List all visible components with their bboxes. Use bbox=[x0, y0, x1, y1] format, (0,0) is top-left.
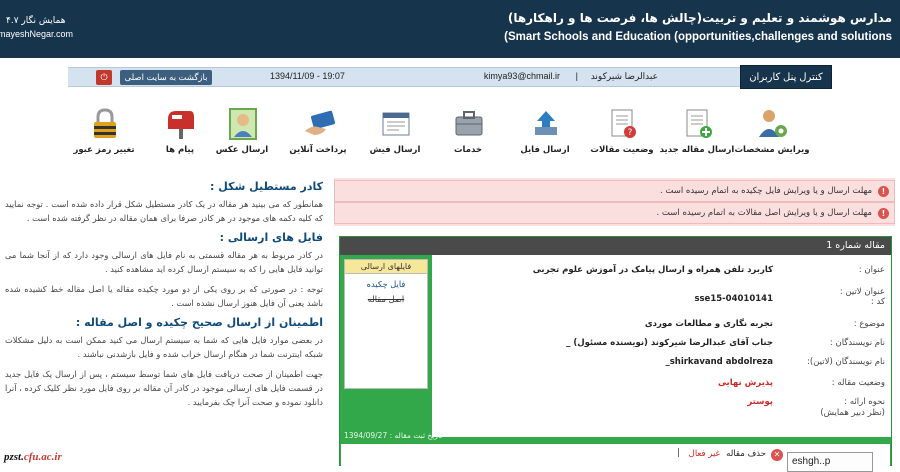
alert-text: مهلت ارسال و یا ویرایش اصل مقالات به اتم… bbox=[656, 208, 872, 218]
field-code-label: کد : bbox=[870, 297, 885, 307]
delete-article-label[interactable]: حذف مقاله bbox=[726, 449, 766, 459]
article-details: عنوان : کاربرد تلفن همراه و ارسال پیامک … bbox=[432, 255, 891, 437]
full-article-file-link[interactable]: اصل مقاله bbox=[345, 294, 427, 304]
field-title-label: عنوان : bbox=[858, 265, 885, 275]
online-payment-icon bbox=[305, 110, 335, 135]
messages-button[interactable]: پیام ها bbox=[140, 103, 220, 163]
field-presentation-value: پوستر bbox=[747, 397, 773, 407]
field-authors-latin-label: نام نویسندگان (لاتین): bbox=[807, 357, 885, 367]
online-payment-button[interactable]: پرداخت آنلاین bbox=[278, 103, 358, 163]
article-status-button[interactable]: ? وضعیت مقالات bbox=[582, 103, 662, 163]
services-label: خدمات bbox=[453, 145, 483, 155]
taskbar-chip[interactable]: eshgh..p bbox=[787, 452, 873, 472]
upload-file-label: ارسال فایل bbox=[520, 145, 570, 155]
receipt-icon bbox=[382, 112, 410, 136]
help-text-files: در کادر مربوط به هر مقاله قسمتی به نام ف… bbox=[5, 250, 323, 274]
services-icon bbox=[455, 111, 483, 136]
help-text-note: توجه : در صورتی که بر روی یکی از دو مورد… bbox=[5, 284, 323, 308]
help-panel: کادر مستطیل شکل : همانطور که می بینید هر… bbox=[5, 180, 323, 465]
alert-abstract-deadline: ! مهلت ارسال و یا ویرایش فایل چکیده به ا… bbox=[334, 180, 895, 202]
field-authors-value: جناب آقای عبدالرضا شیرکوند (نویسنده مسئو… bbox=[566, 338, 773, 348]
main-toolbar: ویرایش مشخصات ارسال مقاله جدید ? وضعیت م… bbox=[60, 103, 850, 163]
new-article-label: ارسال مقاله جدید bbox=[659, 145, 735, 155]
abstract-file-link[interactable]: فایل چکیده bbox=[345, 279, 427, 289]
user-info-bar: کنترل پنل کاربران عبدالرضا شیرکوند | kim… bbox=[68, 65, 832, 89]
conference-title-fa: مدارس هوشمند و تعلیم و تربیت(چالش ها، فر… bbox=[507, 11, 892, 25]
article-card-title: مقاله شماره 1 bbox=[340, 237, 891, 255]
separator: | bbox=[575, 71, 578, 81]
users-gear-icon bbox=[759, 110, 787, 137]
services-button[interactable]: خدمات bbox=[428, 103, 508, 163]
photo-icon bbox=[229, 108, 257, 140]
field-title-value: کاربرد تلفن همراه و ارسال پیامک در آموزش… bbox=[532, 265, 773, 275]
new-article-button[interactable]: ارسال مقاله جدید bbox=[657, 103, 737, 163]
site-header: مدارس هوشمند و تعلیم و تربیت(چالش ها، فر… bbox=[0, 0, 900, 58]
field-authors-label: نام نویسندگان : bbox=[829, 338, 885, 348]
control-panel-tab[interactable]: کنترل پنل کاربران bbox=[740, 65, 832, 89]
warning-icon: ! bbox=[878, 186, 889, 197]
warning-icon: ! bbox=[878, 208, 889, 219]
edit-profile-label: ویرایش مشخصات bbox=[734, 145, 810, 155]
watermark-logo: pzst.cfu.ac.ir bbox=[0, 443, 82, 472]
help-heading-files: فایل های ارسالی : bbox=[219, 231, 323, 244]
article-status-icon: ? bbox=[611, 109, 636, 138]
brand-logo-en[interactable]: mayeshNegar.com bbox=[0, 29, 73, 39]
upload-file-button[interactable]: ارسال فایل bbox=[505, 103, 585, 163]
field-presentation-label: نحوه ارائه : bbox=[844, 397, 885, 407]
submission-date: تاریخ ثبت مقاله : 1394/09/27 bbox=[344, 431, 443, 440]
brand-logo-fa[interactable]: همایش نگار ۴.۷ bbox=[6, 16, 66, 26]
field-status-value: پذیرش نهایی bbox=[717, 378, 773, 388]
change-password-button[interactable]: تغییر رمز عبور bbox=[64, 103, 144, 163]
upload-file-icon bbox=[535, 111, 557, 135]
send-receipt-label: ارسال فیش bbox=[369, 145, 421, 155]
online-payment-label: پرداخت آنلاین bbox=[289, 145, 347, 155]
help-heading-verify: اطمینان از ارسال صحیح چکیده و اصل مقاله … bbox=[75, 316, 323, 329]
article-card: مقاله شماره 1 عنوان : کاربرد تلفن همراه … bbox=[339, 236, 892, 466]
inactive-status: غیر فعال bbox=[688, 449, 720, 459]
user-email: kimya93@chmail.ir bbox=[483, 71, 560, 81]
attachments-box: فایلهای ارسالی فایل چکیده اصل مقاله bbox=[344, 259, 428, 389]
help-text-verify-1: در بعضی موارد فایل هایی که شما به سیستم … bbox=[5, 335, 323, 359]
alert-text: مهلت ارسال و یا ویرایش فایل چکیده به اتم… bbox=[659, 186, 872, 196]
current-datetime: 1394/11/09 - 19:07 bbox=[270, 71, 345, 81]
delete-icon[interactable]: ✕ bbox=[771, 449, 783, 461]
field-subject-label: موضوع : bbox=[853, 319, 885, 329]
new-article-icon bbox=[686, 109, 712, 138]
field-status-label: وضعیت مقاله : bbox=[831, 378, 885, 388]
svg-text:?: ? bbox=[628, 128, 633, 138]
help-heading-box: کادر مستطیل شکل : bbox=[210, 180, 323, 193]
power-icon[interactable]: ⏻ bbox=[96, 70, 112, 85]
help-text-box: همانطور که می بینید هر مقاله در یک کادر … bbox=[5, 199, 323, 223]
conference-title-en: (Smart Schools and Education (opportunit… bbox=[504, 31, 892, 43]
attachments-title: فایلهای ارسالی bbox=[345, 260, 427, 274]
field-presentation-sublabel: (نظر دبیر همایش) bbox=[820, 408, 885, 418]
field-subject-value: تجربه نگاری و مطالعات موردی bbox=[644, 319, 773, 329]
field-code-value: sse15-04010141 bbox=[694, 294, 773, 304]
help-text-verify-2: جهت اطمینان از صحت دریافت فایل های شما ت… bbox=[5, 369, 323, 407]
messages-label: پیام ها bbox=[165, 145, 195, 155]
article-status-label: وضعیت مقالات bbox=[590, 145, 654, 155]
watermark-prefix: pzst. bbox=[4, 451, 24, 463]
watermark-domain: cfu.ac.ir bbox=[23, 451, 62, 463]
mailbox-icon bbox=[168, 111, 194, 139]
change-password-label: تغییر رمز عبور bbox=[73, 145, 135, 155]
back-to-site-button[interactable]: بازگشت به سایت اصلی bbox=[120, 70, 212, 85]
lock-icon bbox=[94, 108, 116, 138]
send-receipt-button[interactable]: ارسال فیش bbox=[355, 103, 435, 163]
user-name: عبدالرضا شیرکوند bbox=[590, 71, 658, 81]
alert-article-deadline: ! مهلت ارسال و یا ویرایش اصل مقالات به ا… bbox=[334, 202, 895, 224]
separator: | bbox=[677, 448, 680, 458]
field-authors-latin-value: shirkavand abdolreza_ bbox=[665, 357, 773, 367]
edit-profile-button[interactable]: ویرایش مشخصات bbox=[732, 103, 812, 163]
field-latin-title-label: عنوان لاتین : bbox=[839, 287, 885, 297]
